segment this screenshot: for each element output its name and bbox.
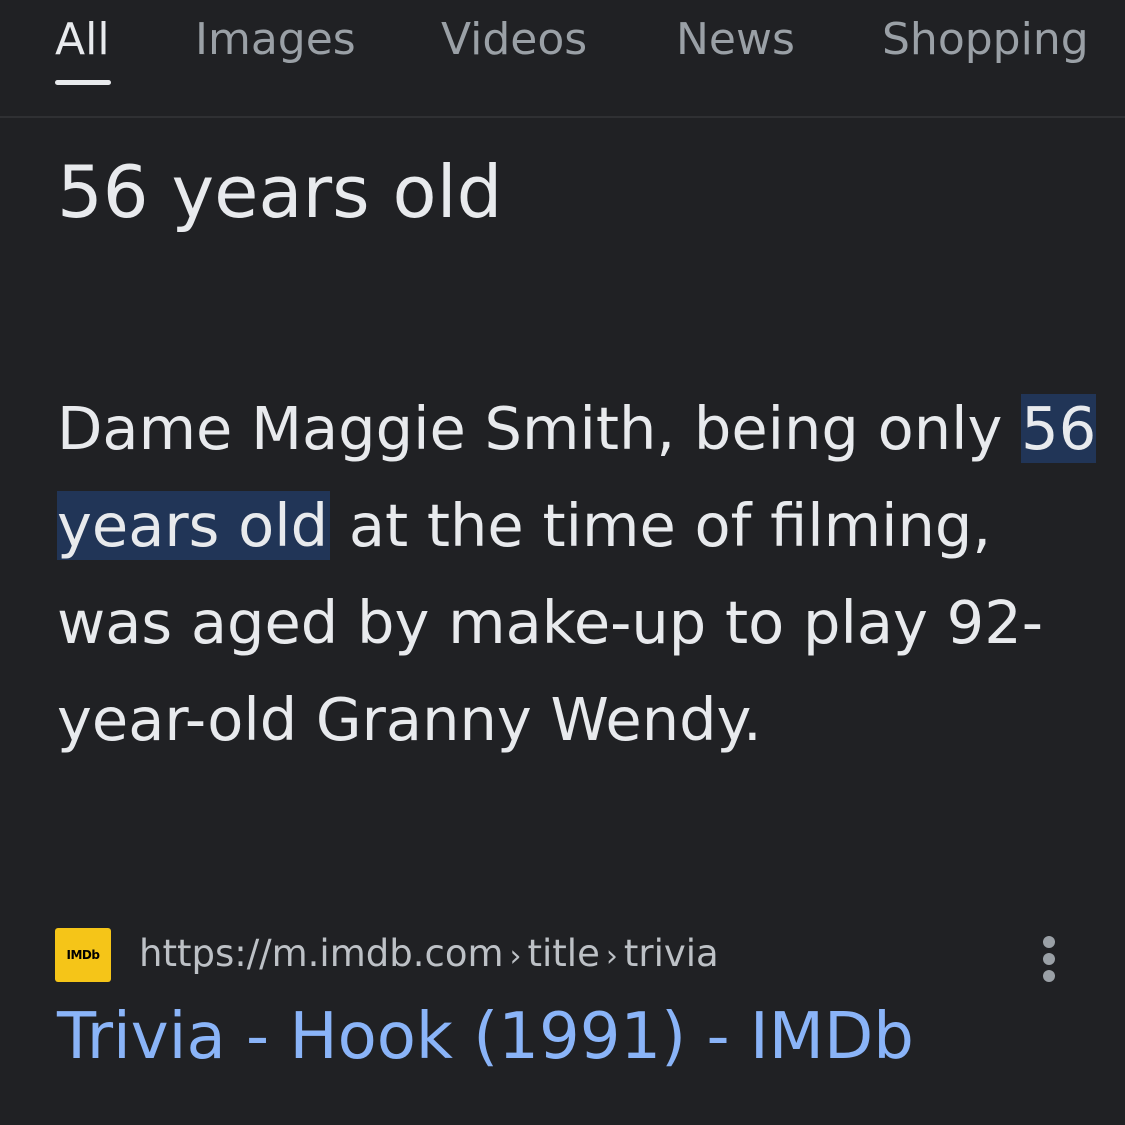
tab-shopping[interactable]: Shopping <box>882 14 1089 65</box>
tab-videos[interactable]: Videos <box>441 14 587 65</box>
tab-news[interactable]: News <box>676 14 795 65</box>
url-base: https://m.imdb.com <box>139 932 504 975</box>
result-url[interactable]: https://m.imdb.com › title › trivia <box>139 932 719 975</box>
result-source: IMDb https://m.imdb.com › title › trivia <box>55 928 1095 984</box>
breadcrumb-separator-icon: › <box>605 939 618 974</box>
three-dot-vertical-icon[interactable] <box>1037 936 1061 982</box>
url-path-title: title <box>527 932 600 975</box>
tab-all[interactable]: All <box>55 14 110 65</box>
snippet-text-before: Dame Maggie Smith, being only <box>57 394 1022 463</box>
active-tab-indicator <box>55 80 111 85</box>
featured-answer: 56 years old <box>57 150 503 234</box>
result-title-link[interactable]: Trivia - Hook (1991) - IMDb <box>57 1000 914 1074</box>
favicon-text: IMDb <box>66 948 100 962</box>
featured-snippet: Dame Maggie Smith, being only 56 years o… <box>57 380 1097 768</box>
breadcrumb-separator-icon: › <box>509 939 522 974</box>
url-path-trivia: trivia <box>623 932 719 975</box>
search-tabs: All Images Videos News Shopping <box>0 0 1125 118</box>
imdb-logo-icon: IMDb <box>55 928 111 982</box>
tab-images[interactable]: Images <box>195 14 356 65</box>
